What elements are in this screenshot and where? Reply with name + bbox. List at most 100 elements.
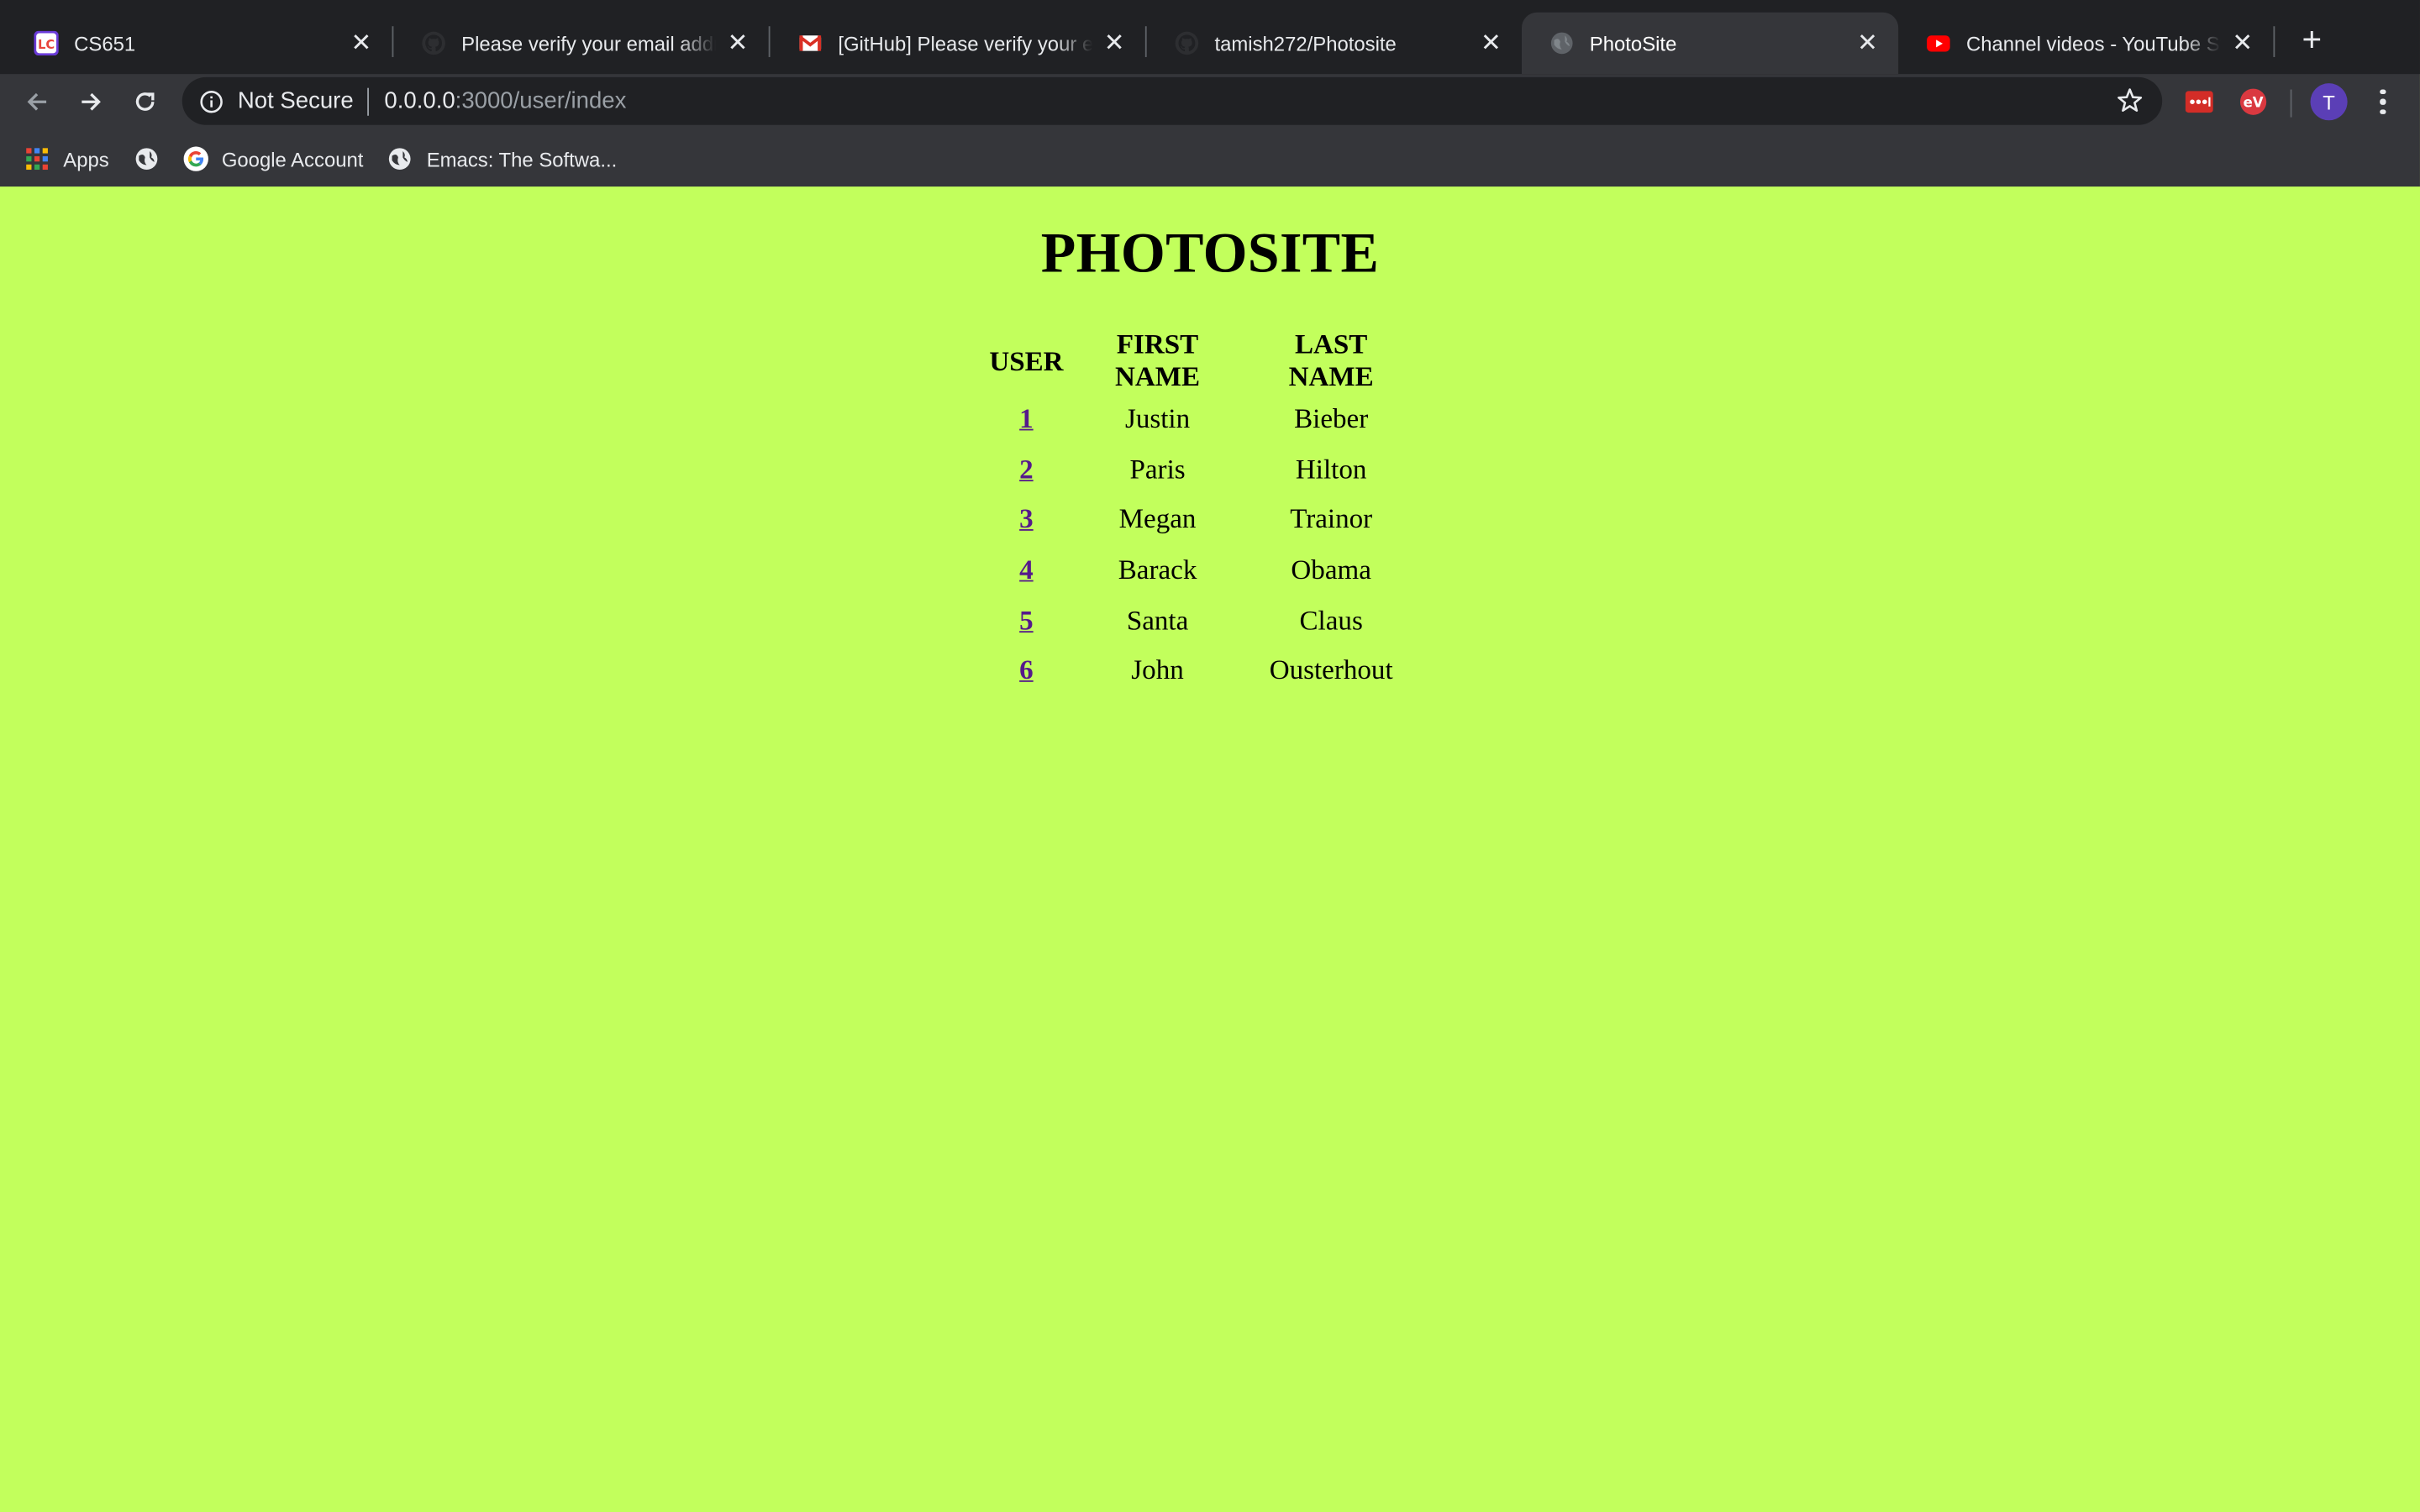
google-icon — [182, 146, 208, 171]
forward-button[interactable] — [70, 81, 113, 123]
tab-photosite-repo[interactable]: tamish272/Photosite ✕ — [1147, 13, 1522, 74]
user-link[interactable]: 2 — [1019, 453, 1034, 484]
bookmark-label: Apps — [63, 147, 109, 171]
security-status[interactable]: Not Secure — [238, 88, 354, 114]
svg-text:LC: LC — [38, 38, 55, 52]
user-link[interactable]: 5 — [1019, 604, 1034, 635]
last-name-cell: Obama — [1291, 554, 1371, 585]
github-icon — [1175, 31, 1199, 55]
toolbar-divider — [2290, 89, 2292, 118]
tab-youtube-studio[interactable]: Channel videos - YouTube Studio ✕ — [1898, 13, 2273, 74]
chrome-menu-icon[interactable] — [2366, 83, 2400, 120]
bookmark-label: Emacs: The Softwa... — [426, 147, 618, 171]
table-row: 4 Barack Obama — [989, 544, 1410, 595]
profile-avatar[interactable]: T — [2310, 83, 2348, 121]
apps-grid-icon — [24, 146, 49, 171]
user-link[interactable]: 4 — [1019, 554, 1034, 585]
user-id-cell: 6 — [989, 646, 1063, 696]
gmail-icon — [798, 31, 823, 55]
user-id-cell: 3 — [989, 494, 1063, 544]
user-link[interactable]: 6 — [1019, 654, 1034, 685]
close-icon[interactable]: ✕ — [349, 31, 373, 57]
tab-title: CS651 — [74, 31, 136, 55]
tab-title: tamish272/Photosite — [1214, 31, 1397, 55]
first-name-cell: Santa — [1126, 604, 1189, 635]
navigation-toolbar: Not Secure 0.0.0.0:3000/user/index eV T — [0, 74, 2420, 131]
bookmark-google-account[interactable]: Google Account — [171, 137, 376, 180]
tab-title: Please verify your email address — [461, 31, 716, 55]
bookmark-globe[interactable] — [121, 137, 171, 180]
page-title: PHOTOSITE — [1040, 222, 1380, 286]
reload-icon — [135, 92, 155, 111]
globe-icon — [388, 146, 413, 171]
bookmark-star-icon[interactable] — [2116, 87, 2144, 114]
tab-github-verify-email[interactable]: [GitHub] Please verify your email ✕ — [771, 13, 1145, 74]
tab-title: [GitHub] Please verify your email — [838, 31, 1093, 55]
user-id-cell: 2 — [989, 444, 1063, 494]
table-row: 3 Megan Trainor — [989, 494, 1410, 544]
close-icon[interactable]: ✕ — [1855, 31, 1880, 57]
arrow-left-icon — [27, 92, 47, 111]
users-table: USER FIRST NAME LAST NAME 1 Justin Biebe… — [978, 328, 1421, 696]
browser-chrome: LC CS651 ✕ Please verify your email addr… — [0, 0, 2420, 187]
back-button[interactable] — [15, 81, 58, 123]
table-row: 6 John Ousterhout — [989, 646, 1410, 696]
table-row: 5 Santa Claus — [989, 596, 1410, 646]
tab-title: Channel videos - YouTube Studio — [1965, 31, 2221, 55]
column-header-first-name: FIRST NAME — [1115, 328, 1201, 392]
github-icon — [421, 31, 445, 55]
plus-icon: + — [2302, 19, 2323, 59]
close-icon[interactable]: ✕ — [2230, 31, 2254, 57]
tab-divider — [2273, 26, 2275, 57]
globe-icon — [134, 146, 158, 171]
tab-strip: LC CS651 ✕ Please verify your email addr… — [0, 0, 2420, 75]
leetcode-icon: LC — [34, 30, 59, 56]
bookmark-label: Google Account — [221, 147, 364, 171]
bookmark-apps[interactable]: Apps — [13, 137, 122, 180]
svg-text:eV: eV — [2244, 95, 2264, 111]
column-header-last-name: LAST NAME — [1288, 328, 1374, 392]
user-link[interactable]: 3 — [1019, 503, 1034, 534]
arrow-right-icon — [82, 92, 101, 111]
first-name-cell: Barack — [1118, 554, 1197, 585]
lastpass-extension-icon[interactable] — [2185, 88, 2213, 116]
first-name-cell: Megan — [1118, 503, 1197, 534]
tab-photosite[interactable]: PhotoSite ✕ — [1521, 12, 1899, 75]
youtube-icon — [1926, 31, 1950, 55]
table-row: 2 Paris Hilton — [989, 444, 1410, 494]
bookmark-emacs[interactable]: Emacs: The Softwa... — [376, 137, 629, 180]
reload-button[interactable] — [124, 81, 166, 123]
address-bar[interactable]: Not Secure 0.0.0.0:3000/user/index — [182, 76, 2163, 125]
first-name-cell: Justin — [1124, 402, 1191, 433]
column-header-user: USER — [989, 344, 1064, 376]
close-icon[interactable]: ✕ — [725, 31, 750, 57]
url-host: 0.0.0.0 — [384, 87, 455, 114]
omnibox-divider — [367, 87, 370, 115]
user-id-cell: 1 — [989, 393, 1063, 444]
last-name-cell: Ousterhout — [1269, 654, 1393, 686]
tab-verify-email[interactable]: Please verify your email address ✕ — [393, 13, 768, 74]
browser-window: LC CS651 ✕ Please verify your email addr… — [0, 0, 2420, 1512]
close-icon[interactable]: ✕ — [1102, 31, 1126, 57]
close-icon[interactable]: ✕ — [1479, 31, 1503, 57]
last-name-cell: Bieber — [1294, 402, 1369, 433]
user-link[interactable]: 1 — [1019, 402, 1034, 433]
url-path: :3000/user/index — [455, 87, 627, 114]
expressvpn-extension-icon[interactable]: eV — [2239, 88, 2267, 116]
new-tab-button[interactable]: + — [2291, 18, 2333, 61]
globe-icon — [1549, 31, 1574, 55]
first-name-cell: John — [1131, 654, 1184, 686]
user-id-cell: 4 — [989, 544, 1063, 595]
table-row: 1 Justin Bieber — [989, 393, 1410, 444]
last-name-cell: Hilton — [1295, 453, 1367, 484]
page-content: PHOTOSITE USER FIRST NAME LAST NAME 1 Ju… — [0, 186, 2420, 1512]
last-name-cell: Trainor — [1290, 503, 1373, 534]
first-name-cell: Paris — [1129, 453, 1186, 484]
tab-cs651[interactable]: LC CS651 ✕ — [6, 13, 392, 74]
last-name-cell: Claus — [1299, 604, 1363, 635]
info-icon[interactable] — [199, 89, 224, 113]
tab-title: PhotoSite — [1589, 31, 1677, 55]
table-header-row: USER FIRST NAME LAST NAME — [989, 328, 1410, 393]
user-id-cell: 5 — [989, 596, 1063, 646]
bookmarks-bar: Apps Google Account Emacs: The Softwa... — [0, 131, 2420, 186]
